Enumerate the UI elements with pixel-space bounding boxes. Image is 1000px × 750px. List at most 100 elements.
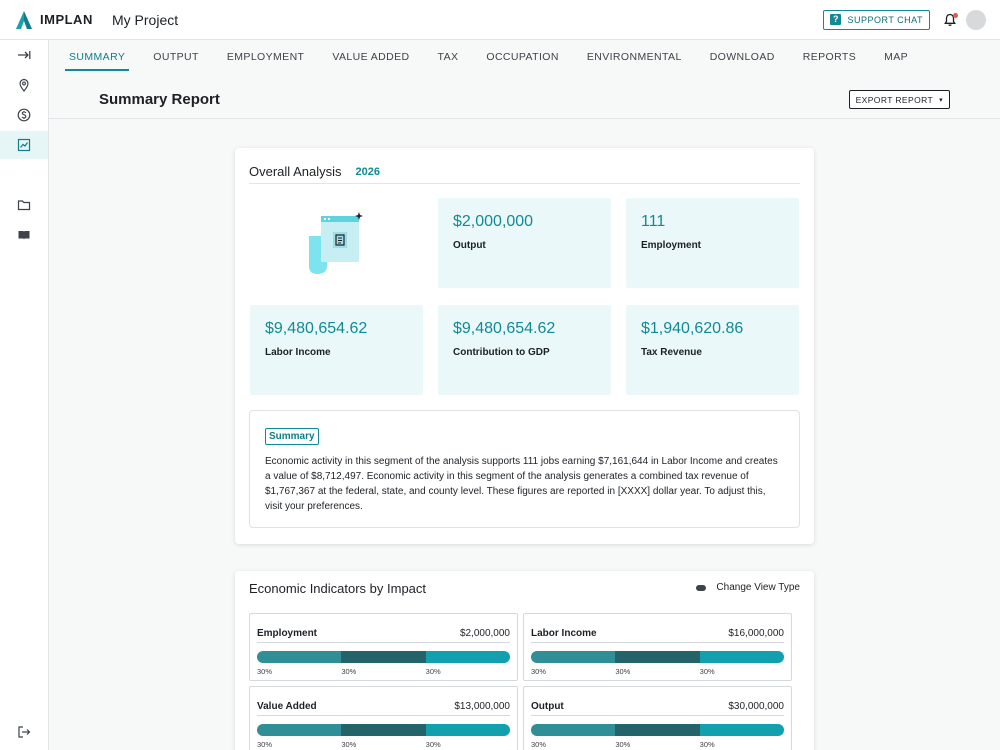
metric-label: Labor Income — [265, 347, 331, 358]
indicator-value: $16,000,000 — [728, 628, 784, 639]
tab-value-added[interactable]: VALUE ADDED — [328, 40, 413, 74]
tab-download[interactable]: DOWNLOAD — [706, 40, 779, 74]
top-bar: IMPLAN My Project ? SUPPORT CHAT — [0, 0, 1000, 40]
impact-bar-segment — [425, 651, 510, 663]
impact-percentage-label: 30% — [425, 667, 441, 676]
metric-value: $9,480,654.62 — [265, 320, 368, 337]
tab-tax[interactable]: TAX — [434, 40, 463, 74]
location-pin-icon[interactable] — [0, 71, 48, 99]
chevron-down-icon: ▾ — [939, 96, 943, 104]
indicator-output: Output $30,000,000 30% 30% 30% — [523, 686, 792, 750]
impact-bar-segment — [341, 651, 426, 663]
support-chat-label: SUPPORT CHAT — [847, 14, 923, 25]
indicator-value-added: Value Added $13,000,000 30% 30% 30% — [249, 686, 518, 750]
metric-employment: 111 Employment — [626, 198, 799, 288]
impact-percentage-label: 30% — [531, 740, 547, 749]
notifications-bell-icon[interactable] — [942, 12, 958, 28]
impact-percentage-label: 30% — [699, 740, 715, 749]
impact-bar-segment — [531, 724, 616, 736]
export-report-label: EXPORT REPORT — [855, 94, 934, 105]
overall-analysis-header: Overall Analysis 2026 — [249, 160, 800, 184]
page-title: Summary Report — [99, 91, 220, 108]
sidebar — [0, 40, 49, 750]
impact-percentage-label: 30% — [257, 667, 273, 676]
impact-bar-segment — [615, 651, 700, 663]
user-avatar[interactable] — [966, 9, 986, 30]
indicator-labor-income: Labor Income $16,000,000 30% 30% 30% — [523, 613, 792, 681]
metric-value: $9,480,654.62 — [453, 320, 556, 337]
tab-environmental[interactable]: ENVIRONMENTAL — [583, 40, 686, 74]
impact-bar — [257, 724, 510, 736]
chart-report-icon[interactable] — [0, 131, 48, 159]
impact-percentages: 30% 30% 30% — [257, 667, 510, 677]
economic-indicators-card: Economic Indicators by Impact Change Vie… — [235, 571, 814, 750]
metric-labor-income: $9,480,654.62 Labor Income — [250, 305, 423, 395]
impact-bar-segment — [341, 724, 426, 736]
metric-label: Employment — [641, 240, 702, 251]
indicator-value: $2,000,000 — [459, 628, 510, 639]
impact-percentage-label: 30% — [425, 740, 441, 749]
tab-employment[interactable]: EMPLOYMENT — [223, 40, 309, 74]
metric-label: Tax Revenue — [641, 347, 702, 358]
folder-icon[interactable] — [0, 191, 48, 219]
impact-percentage-label: 30% — [615, 667, 631, 676]
economic-indicators-title: Economic Indicators by Impact — [249, 581, 427, 596]
top-right-controls: ? SUPPORT CHAT — [823, 9, 986, 30]
impact-percentage-label: 30% — [699, 667, 715, 676]
toggle-icon — [696, 584, 707, 591]
indicator-employment: Employment $2,000,000 30% 30% 30% — [249, 613, 518, 681]
implan-logo-icon — [16, 10, 32, 29]
impact-percentages: 30% 30% 30% — [531, 740, 784, 750]
metric-value: $1,940,620.86 — [641, 320, 744, 337]
tab-map[interactable]: MAP — [880, 40, 912, 74]
indicator-value: $30,000,000 — [728, 701, 784, 712]
metric-label: Contribution to GDP — [453, 347, 550, 358]
metric-contribution-to-gdp: $9,480,654.62 Contribution to GDP — [438, 305, 611, 395]
project-title: My Project — [112, 11, 179, 28]
tab-summary[interactable]: SUMMARY — [65, 40, 130, 74]
overall-analysis-title: Overall Analysis — [249, 164, 342, 179]
tab-occupation[interactable]: OCCUPATION — [482, 40, 562, 74]
impact-bar — [531, 651, 784, 663]
logo-text: IMPLAN — [40, 12, 93, 27]
impact-percentage-label: 30% — [615, 740, 631, 749]
implan-logo[interactable]: IMPLAN — [14, 10, 104, 30]
indicator-value: $13,000,000 — [454, 701, 510, 712]
chat-help-icon: ? — [830, 14, 842, 25]
tab-reports[interactable]: REPORTS — [799, 40, 860, 74]
impact-percentages: 30% 30% 30% — [531, 667, 784, 677]
impact-bar — [531, 724, 784, 736]
impact-bar — [257, 651, 510, 663]
analysis-year: 2026 — [355, 165, 380, 178]
indicator-name: Output — [531, 701, 564, 712]
support-chat-button[interactable]: ? SUPPORT CHAT — [823, 9, 930, 30]
change-view-type-toggle[interactable]: Change View Type — [696, 582, 800, 593]
impact-percentage-label: 30% — [531, 667, 547, 676]
metric-label: Output — [453, 240, 486, 251]
notification-dot — [953, 12, 958, 18]
impact-bar-segment — [531, 651, 616, 663]
metric-value: $2,000,000 — [453, 213, 534, 230]
sidebar-expand-icon[interactable] — [0, 41, 48, 69]
impact-percentage-label: 30% — [341, 740, 357, 749]
page-header: Summary Report EXPORT REPORT ▾ — [49, 74, 1000, 119]
report-illustration-icon — [309, 212, 363, 274]
metric-value: 111 — [641, 213, 666, 230]
impact-percentage-label: 30% — [341, 667, 357, 676]
export-report-button[interactable]: EXPORT REPORT ▾ — [848, 90, 950, 109]
book-icon[interactable] — [0, 221, 48, 249]
metric-tax-revenue: $1,940,620.86 Tax Revenue — [626, 305, 799, 395]
impact-bar-segment — [699, 724, 784, 736]
impact-bar-segment — [257, 724, 342, 736]
tab-output[interactable]: OUTPUT — [149, 40, 203, 74]
logout-icon[interactable] — [0, 718, 48, 746]
impact-bar-segment — [699, 651, 784, 663]
report-tabs: SUMMARY OUTPUT EMPLOYMENT VALUE ADDED TA… — [49, 40, 1000, 74]
summary-box: Summary Economic activity in this segmen… — [249, 410, 800, 528]
dollar-circle-icon[interactable] — [0, 101, 48, 129]
impact-bar-segment — [425, 724, 510, 736]
overall-analysis-card: Overall Analysis 2026 $2,000,000 Output … — [235, 148, 814, 544]
impact-percentage-label: 30% — [257, 740, 273, 749]
summary-tag: Summary — [265, 428, 319, 445]
indicator-name: Labor Income — [531, 628, 597, 639]
